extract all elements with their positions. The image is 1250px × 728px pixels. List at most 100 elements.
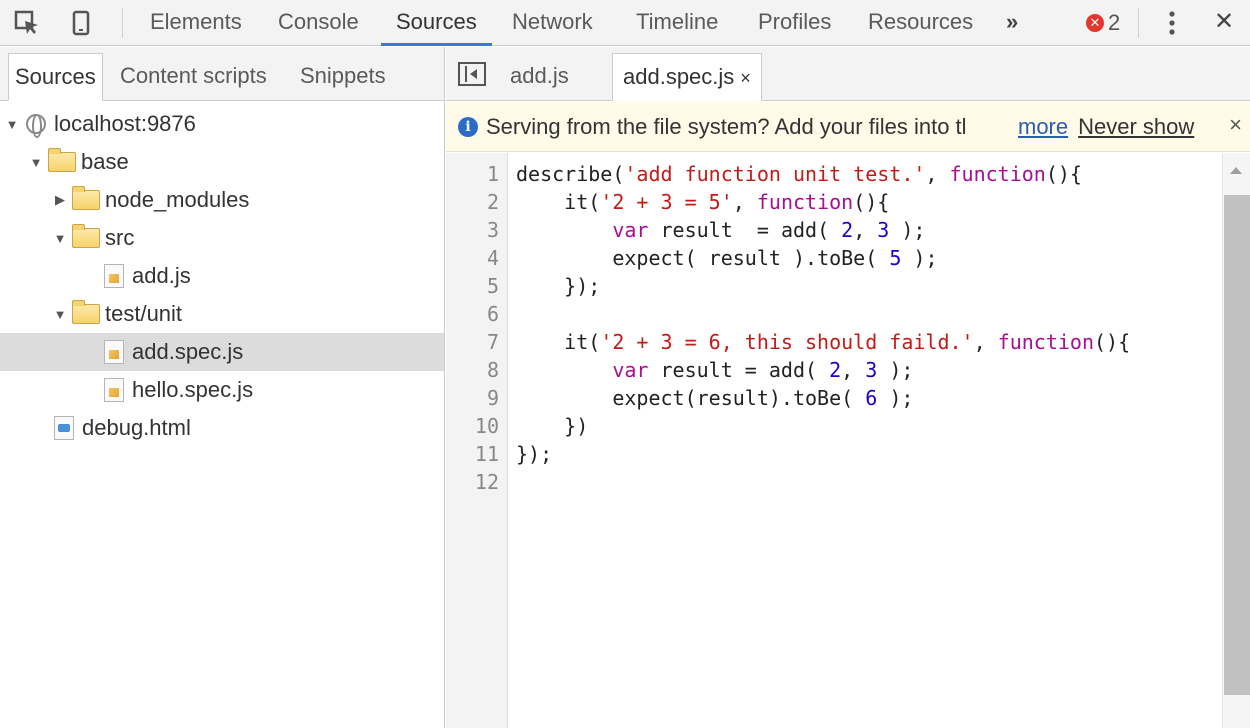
tab-resources[interactable]: Resources [868,0,973,46]
toolbar-divider [122,8,123,38]
inspect-element-icon[interactable] [10,0,44,46]
code-line: }); [516,442,553,466]
file-system-infobar: i Serving from the file system? Add your… [446,102,1250,152]
tree-item-base[interactable]: base [0,143,444,181]
close-tab-icon[interactable]: × [740,68,751,88]
tab-content-scripts[interactable]: Content scripts [114,53,273,101]
info-icon: i [458,116,478,137]
error-count: 2 [1108,10,1121,35]
tree-item-label: src [105,225,135,250]
tree-item-label: add.js [132,263,191,288]
script-file-icon [104,340,124,364]
folder-icon [72,224,100,248]
line-number: 2 [486,190,499,214]
scroll-up-arrow-icon[interactable] [1230,167,1242,174]
line-number: 1 [486,162,499,186]
code-keyword: function [756,190,854,214]
scrollbar-thumb[interactable] [1224,195,1250,695]
vertical-scrollbar[interactable] [1222,153,1250,728]
line-number: 5 [486,274,499,298]
script-file-icon [104,264,124,288]
device-mode-icon[interactable] [68,0,94,46]
code-line: it('2 + 3 = 5', function(){ [564,190,890,214]
tree-item-localhost[interactable]: localhost:9876 [0,105,444,143]
file-tab-add-js[interactable]: add.js [500,53,579,101]
tab-console[interactable]: Console [278,0,359,46]
code-line: describe('add function unit test.', func… [516,162,1082,186]
code-number: 3 [877,218,890,242]
code-keyword: function [949,162,1046,186]
tab-navigator-sources[interactable]: Sources [8,53,103,101]
more-link[interactable]: more [1018,114,1068,140]
expand-triangle-icon[interactable] [52,307,68,322]
code-keyword: function [997,330,1095,354]
line-number: 4 [486,246,499,270]
script-file-icon [104,378,124,402]
code-line: var result = add( 2, 3 ); [612,218,926,242]
code-line: it('2 + 3 = 6, this should faild.', func… [564,330,1131,354]
tree-item-label: localhost:9876 [54,111,196,136]
code-string: 'add function unit test.' [624,162,926,186]
file-tab-label: add.spec.js [623,64,735,89]
file-tab-add-spec-js[interactable]: add.spec.js × [612,53,762,101]
error-counter[interactable]: ✕ 2 [1086,0,1120,46]
devtools-toolbar: Elements Console Sources Network Timelin… [0,0,1250,46]
line-number-gutter: 1 2 3 4 5 6 7 8 9 10 11 12 [446,153,508,728]
close-infobar-icon[interactable]: × [1229,112,1242,138]
code-string: '2 + 3 = 6, this should faild.' [600,330,974,354]
never-show-link[interactable]: Never show [1078,114,1194,140]
folder-icon [72,186,100,210]
folder-icon [72,300,100,324]
tree-item-label: debug.html [82,415,191,440]
tree-item-add-js[interactable]: add.js [0,257,444,295]
toolbar-divider [1138,8,1139,38]
tree-item-label: add.spec.js [132,339,244,364]
code-line: expect( result ).toBe( 5 ); [612,246,938,270]
source-editor-panel: add.js add.spec.js × i Serving from the f… [446,47,1250,728]
line-number: 11 [474,442,499,466]
tab-sources[interactable]: Sources [381,0,492,46]
line-number: 12 [474,470,499,494]
line-number: 7 [486,330,499,354]
tab-elements[interactable]: Elements [150,0,242,46]
code-line: var result = add( 2, 3 ); [612,358,914,382]
toggle-navigator-icon[interactable] [458,62,486,86]
file-navigator: Sources Content scripts Snippets localho… [0,47,445,728]
tree-item-node-modules[interactable]: node_modules [0,181,444,219]
editor-file-tabs: add.js add.spec.js × [446,47,1250,101]
navigator-tabs: Sources Content scripts Snippets [0,47,444,101]
tree-item-hello-spec-js[interactable]: hello.spec.js [0,371,444,409]
error-icon: ✕ [1086,14,1104,32]
tree-item-src[interactable]: src [0,219,444,257]
expand-triangle-icon[interactable] [28,155,44,170]
code-line: expect(result).toBe( 6 ); [612,386,914,410]
tab-network[interactable]: Network [512,0,593,46]
code-number: 6 [865,386,878,410]
infobar-message: Serving from the file system? Add your f… [486,113,967,139]
collapse-triangle-icon[interactable] [52,192,68,208]
code-line: }); [564,274,601,298]
tree-item-test-unit[interactable]: test/unit [0,295,444,333]
tree-item-add-spec-js[interactable]: add.spec.js [0,333,444,371]
kebab-menu-icon[interactable] [1162,0,1182,46]
code-keyword: var [612,358,649,382]
code-editor[interactable]: 1 2 3 4 5 6 7 8 9 10 11 12 describe('add… [446,153,1250,728]
tab-snippets[interactable]: Snippets [294,53,392,101]
expand-triangle-icon[interactable] [52,231,68,246]
code-string: '2 + 3 = 5' [600,190,733,214]
close-devtools-button[interactable]: ✕ [1214,0,1234,46]
code-number: 2 [829,358,842,382]
line-number: 8 [486,358,499,382]
code-line: }) [564,414,589,438]
tree-item-label: base [81,149,129,174]
expand-triangle-icon[interactable] [4,117,20,132]
html-file-icon [54,416,74,440]
more-tabs-button[interactable]: » [1006,0,1018,46]
globe-icon [26,114,46,138]
line-number: 9 [486,386,499,410]
code-number: 2 [841,218,854,242]
tree-item-debug-html[interactable]: debug.html [0,409,444,447]
tab-timeline[interactable]: Timeline [636,0,718,46]
line-number: 6 [486,302,499,326]
tab-profiles[interactable]: Profiles [758,0,831,46]
